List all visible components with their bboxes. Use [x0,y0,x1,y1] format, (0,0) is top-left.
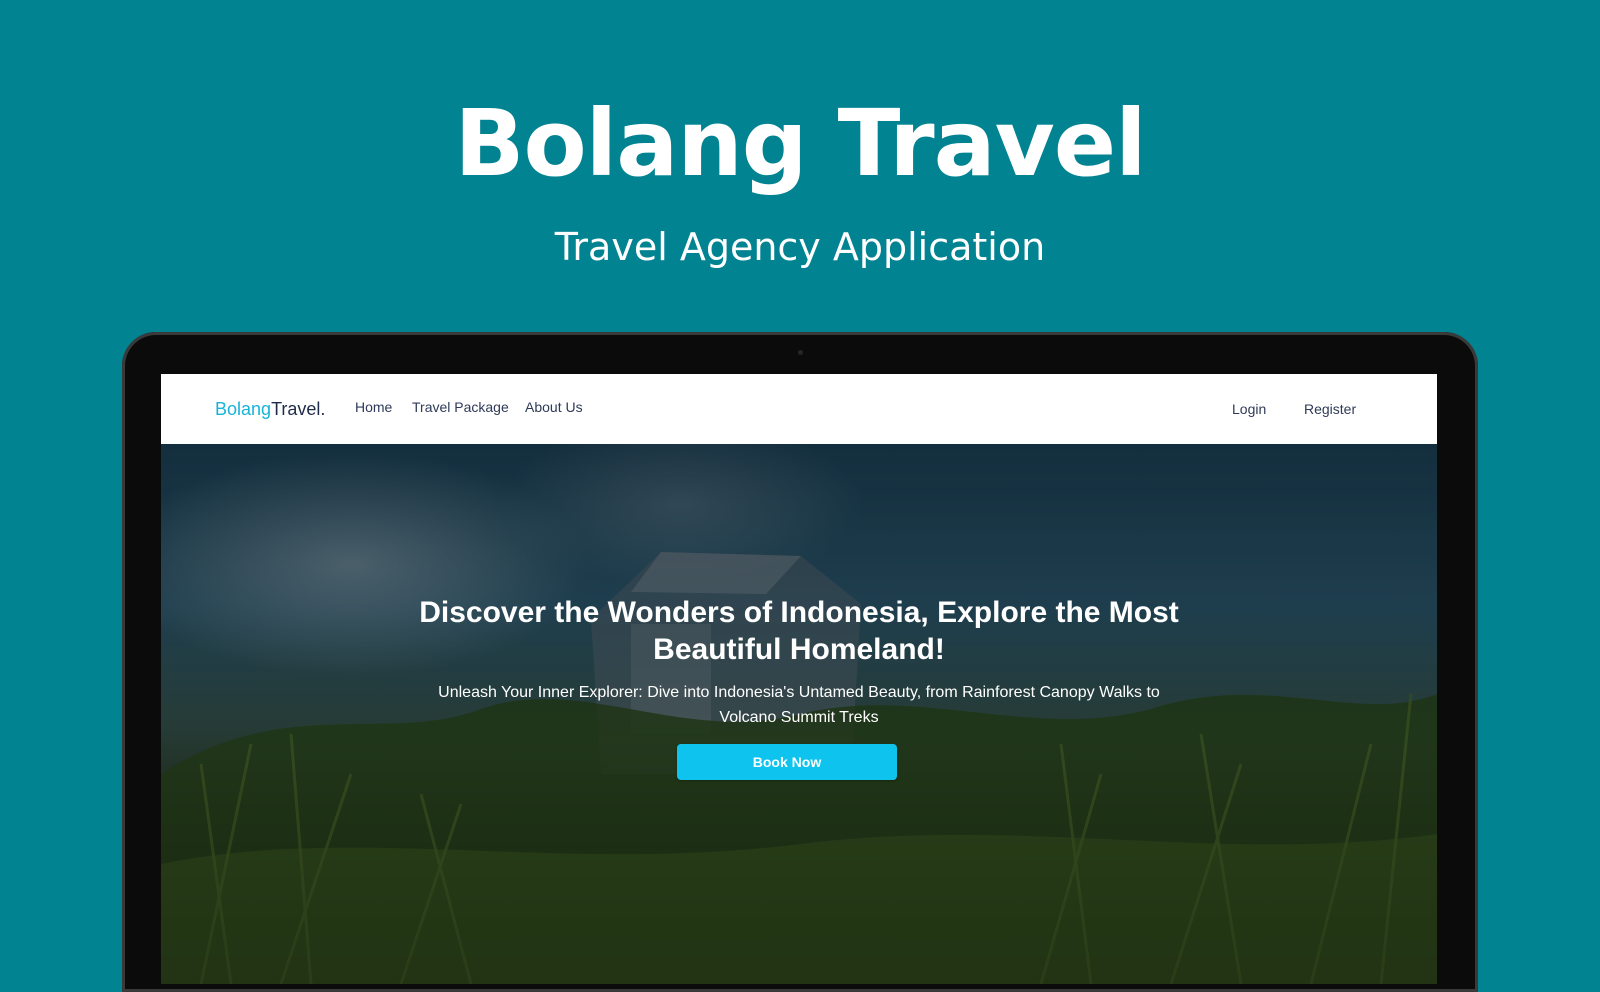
laptop-screen: BolangTravel. Home Travel Package About … [161,374,1437,984]
site-logo[interactable]: BolangTravel. [215,400,325,418]
hero-title: Discover the Wonders of Indonesia, Explo… [419,596,1179,666]
promo-title: Bolang Travel [454,90,1146,197]
logo-part-bolang: Bolang [215,399,272,419]
promo-subtitle: Travel Agency Application [554,225,1046,269]
book-now-button[interactable]: Book Now [677,744,897,780]
hero-section: Discover the Wonders of Indonesia, Explo… [161,444,1437,984]
nav-about-us[interactable]: About Us [525,400,583,414]
nav-travel-package[interactable]: Travel Package [412,400,509,414]
nav-home[interactable]: Home [355,400,392,414]
login-link[interactable]: Login [1232,402,1266,416]
laptop-frame: BolangTravel. Home Travel Package About … [122,332,1478,992]
hero-description: Unleash Your Inner Explorer: Dive into I… [438,684,1160,726]
camera-dot [798,350,803,355]
navbar: BolangTravel. Home Travel Package About … [161,374,1437,444]
logo-part-travel: Travel. [271,399,326,419]
register-link[interactable]: Register [1304,402,1356,416]
